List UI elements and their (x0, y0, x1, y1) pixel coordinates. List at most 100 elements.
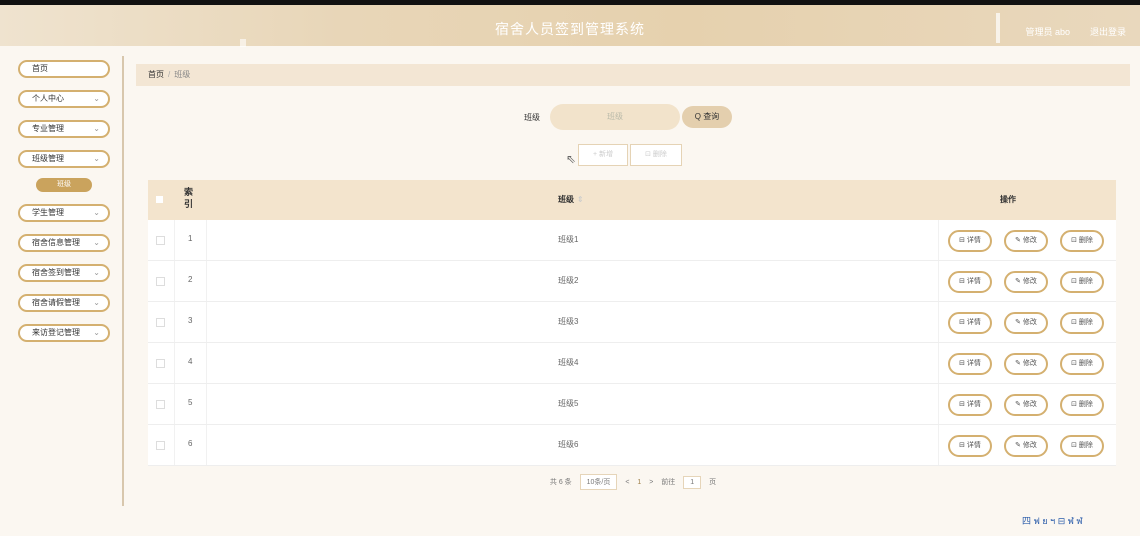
cell-divider (206, 384, 207, 424)
edit-button[interactable]: ✎ 修改 (1004, 230, 1048, 252)
detail-button[interactable]: ⊟ 详情 (948, 394, 992, 416)
row-checkbox[interactable] (156, 318, 165, 327)
next-page-button[interactable]: > (649, 479, 653, 486)
data-table: 索引 班级 ⇕ 操作 1 班级1 ⊟ 详情 ✎ 修改 ⊡ 删除 2 班级2 ⊟ 详… (148, 180, 1116, 466)
row-delete-button[interactable]: ⊡ 删除 (1060, 394, 1104, 416)
row-class-name: 班级1 (558, 235, 579, 244)
sidebar-item-student[interactable]: 学生管理 ⌄ (18, 204, 110, 222)
chevron-down-icon: ⌄ (93, 298, 100, 307)
row-checkbox[interactable] (156, 441, 165, 450)
table-header: 索引 班级 ⇕ 操作 (148, 180, 1116, 220)
row-delete-button[interactable]: ⊡ 删除 (1060, 435, 1104, 457)
sidebar-item-dorm-info[interactable]: 宿舍信息管理 ⌄ (18, 234, 110, 252)
add-button[interactable]: + 新增 (578, 144, 628, 166)
page-size-select[interactable]: 10条/页 (579, 474, 618, 490)
sidebar-subitem-class[interactable]: 班级 (36, 178, 92, 192)
detail-button[interactable]: ⊟ 详情 (948, 353, 992, 375)
row-index: 6 (188, 439, 193, 448)
breadcrumb-home[interactable]: 首页 (148, 70, 164, 79)
sidebar-item-label: 学生管理 (32, 208, 64, 217)
row-class-name: 班级5 (558, 399, 579, 408)
main-content: 首页 / 班级 班级 班级 Q 查询 + 新增 ⊡ 删除 ⇖ 索引 班级 ⇕ 操作 1… (136, 56, 1130, 526)
detail-button[interactable]: ⊟ 详情 (948, 271, 992, 293)
breadcrumb-separator: / (168, 70, 171, 79)
detail-button[interactable]: ⊟ 详情 (948, 435, 992, 457)
row-delete-button[interactable]: ⊡ 删除 (1060, 230, 1104, 252)
row-delete-button[interactable]: ⊡ 删除 (1060, 353, 1104, 375)
current-page[interactable]: 1 (637, 479, 641, 486)
goto-label: 前往 (661, 479, 676, 486)
sidebar-item-home[interactable]: 首页 (18, 60, 110, 78)
row-class-name: 班级4 (558, 358, 579, 367)
row-index: 4 (188, 357, 193, 366)
row-checkbox[interactable] (156, 277, 165, 286)
page-unit-label: 页 (709, 479, 717, 486)
prev-page-button[interactable]: < (625, 479, 629, 486)
goto-page-input[interactable]: 1 (683, 475, 702, 489)
row-index: 1 (188, 234, 193, 243)
row-checkbox[interactable] (156, 236, 165, 245)
sort-icon[interactable]: ⇕ (577, 195, 584, 204)
row-class-name: 班级2 (558, 276, 579, 285)
cell-divider (174, 220, 175, 260)
sidebar-item-label: 班级管理 (32, 154, 64, 163)
decor-bar (240, 39, 246, 47)
app-title: 宿舍人员签到管理系统 (495, 22, 645, 38)
search-label: 班级 (524, 113, 540, 122)
chevron-down-icon: ⌄ (93, 328, 100, 337)
cell-divider (206, 302, 207, 342)
ime-toolbar-text: 四 ฟ ย ฯ ⊟ ฬ ฬ (1022, 516, 1083, 526)
edit-button[interactable]: ✎ 修改 (1004, 271, 1048, 293)
chevron-down-icon: ⌄ (93, 94, 100, 103)
row-checkbox[interactable] (156, 400, 165, 409)
sidebar-item-dorm-signin[interactable]: 宿舍签到管理 ⌄ (18, 264, 110, 282)
cell-divider (174, 343, 175, 383)
edit-button[interactable]: ✎ 修改 (1004, 353, 1048, 375)
ime-toolbar[interactable]: 四 ฟ ย ฯ ⊟ ฬ ฬ (1022, 514, 1132, 530)
cell-divider (174, 384, 175, 424)
detail-button[interactable]: ⊟ 详情 (948, 312, 992, 334)
cell-divider (174, 302, 175, 342)
chevron-down-icon: ⌄ (93, 238, 100, 247)
breadcrumb: 首页 / 班级 (136, 64, 1130, 86)
edit-button[interactable]: ✎ 修改 (1004, 312, 1048, 334)
row-delete-button[interactable]: ⊡ 删除 (1060, 271, 1104, 293)
sidebar-item-dorm-leave[interactable]: 宿舍请假管理 ⌄ (18, 294, 110, 312)
cell-divider (938, 220, 939, 260)
search-input[interactable]: 班级 (550, 104, 680, 130)
sidebar-item-visitor[interactable]: 来访登记管理 ⌄ (18, 324, 110, 342)
sidebar: 首页 个人中心 ⌄ 专业管理 ⌄ 班级管理 ⌄ 班级 学生管理 ⌄ 宿舍信息管理 ⌄ 宿舍… (10, 56, 124, 506)
table-row: 5 班级5 ⊟ 详情 ✎ 修改 ⊡ 删除 (148, 384, 1116, 425)
header-class[interactable]: 班级 ⇕ (558, 194, 584, 205)
top-bar: 宿舍人员签到管理系统 管理员 abo 退出登录 (0, 0, 1140, 47)
table-row: 1 班级1 ⊟ 详情 ✎ 修改 ⊡ 删除 (148, 220, 1116, 261)
cell-divider (174, 261, 175, 301)
row-delete-button[interactable]: ⊡ 删除 (1060, 312, 1104, 334)
edit-button[interactable]: ✎ 修改 (1004, 435, 1048, 457)
sidebar-item-class[interactable]: 班级管理 ⌄ (18, 150, 110, 168)
breadcrumb-current: 班级 (174, 70, 191, 79)
search-button[interactable]: Q 查询 (682, 106, 732, 128)
pager-total: 共 6 条 (549, 479, 572, 486)
select-all-checkbox[interactable] (156, 196, 163, 203)
user-label: 管理员 abo (1025, 27, 1070, 37)
sidebar-item-major[interactable]: 专业管理 ⌄ (18, 120, 110, 138)
chevron-down-icon: ⌄ (93, 154, 100, 163)
detail-button[interactable]: ⊟ 详情 (948, 230, 992, 252)
chevron-down-icon: ⌄ (93, 124, 100, 133)
sidebar-item-label: 宿舍请假管理 (32, 298, 80, 307)
delete-button[interactable]: ⊡ 删除 (630, 144, 682, 166)
cell-divider (174, 425, 175, 465)
cell-divider (938, 384, 939, 424)
table-row: 2 班级2 ⊟ 详情 ✎ 修改 ⊡ 删除 (148, 261, 1116, 302)
sidebar-item-label: 个人中心 (32, 94, 64, 103)
row-checkbox[interactable] (156, 359, 165, 368)
sidebar-item-profile[interactable]: 个人中心 ⌄ (18, 90, 110, 108)
row-index: 3 (188, 316, 193, 325)
sidebar-item-label: 专业管理 (32, 124, 64, 133)
logout-link[interactable]: 退出登录 (1090, 25, 1126, 38)
cell-divider (206, 343, 207, 383)
sidebar-item-label: 来访登记管理 (32, 328, 80, 337)
edit-button[interactable]: ✎ 修改 (1004, 394, 1048, 416)
cell-divider (938, 343, 939, 383)
